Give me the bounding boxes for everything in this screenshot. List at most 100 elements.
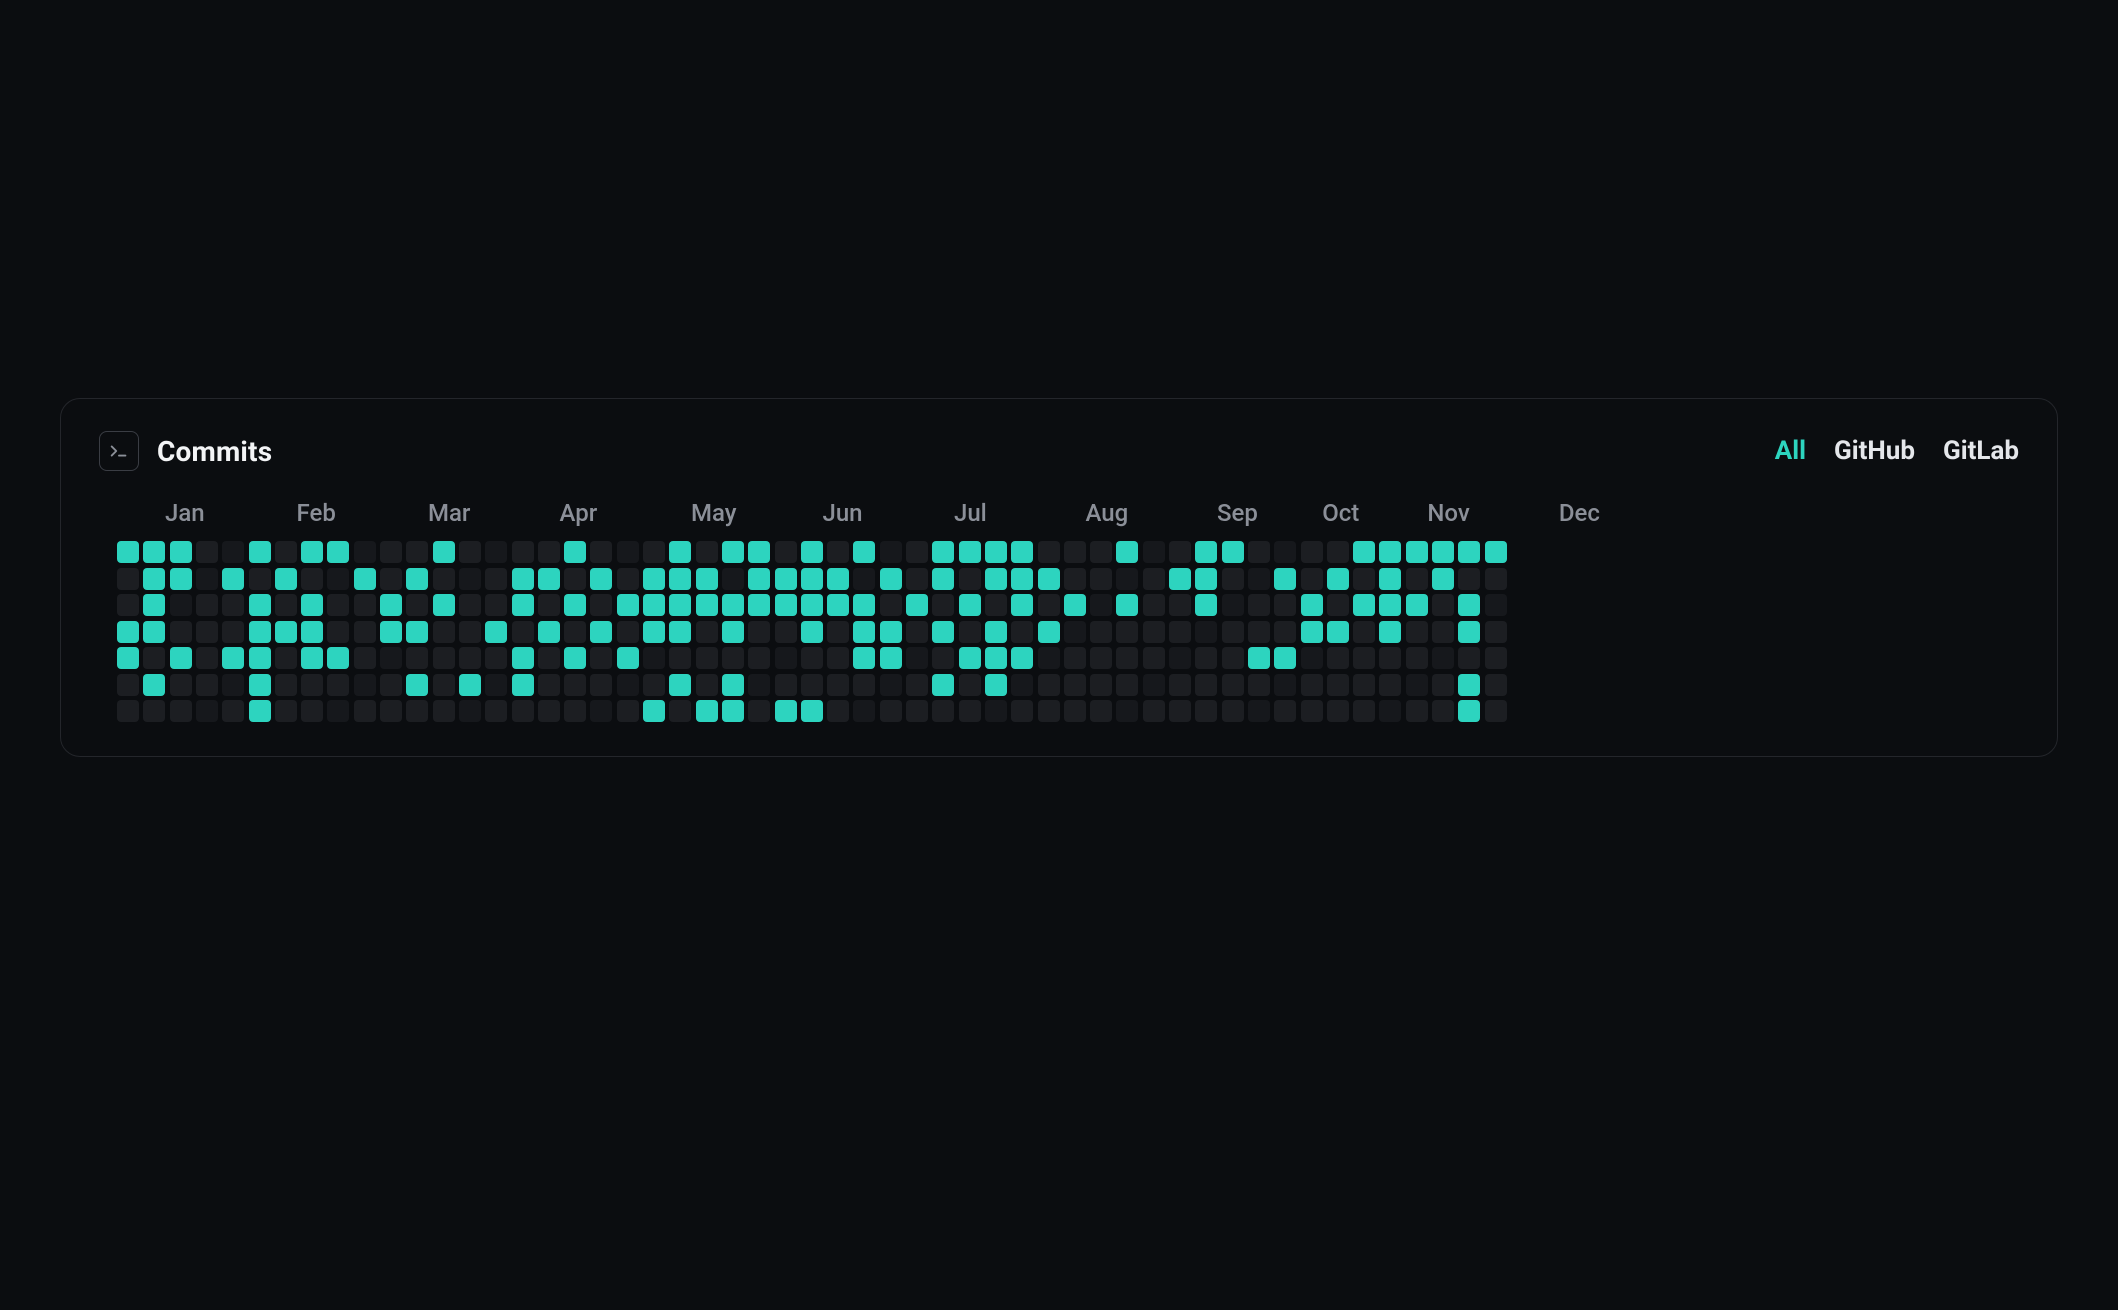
heatmap-cell[interactable]: [1274, 674, 1296, 696]
heatmap-cell[interactable]: [590, 674, 612, 696]
heatmap-cell[interactable]: [512, 594, 534, 616]
heatmap-cell[interactable]: [1485, 647, 1507, 669]
heatmap-cell[interactable]: [801, 541, 823, 563]
heatmap-cell[interactable]: [1327, 621, 1349, 643]
heatmap-cell[interactable]: [1458, 568, 1480, 590]
heatmap-cell[interactable]: [433, 568, 455, 590]
heatmap-cell[interactable]: [722, 568, 744, 590]
heatmap-cell[interactable]: [617, 594, 639, 616]
heatmap-cell[interactable]: [459, 647, 481, 669]
heatmap-cell[interactable]: [117, 674, 139, 696]
heatmap-cell[interactable]: [590, 568, 612, 590]
heatmap-cell[interactable]: [1248, 700, 1270, 722]
heatmap-cell[interactable]: [880, 594, 902, 616]
heatmap-cell[interactable]: [1064, 674, 1086, 696]
heatmap-cell[interactable]: [722, 594, 744, 616]
heatmap-cell[interactable]: [1458, 700, 1480, 722]
heatmap-cell[interactable]: [1064, 594, 1086, 616]
heatmap-cell[interactable]: [590, 700, 612, 722]
heatmap-cell[interactable]: [485, 647, 507, 669]
heatmap-cell[interactable]: [1038, 594, 1060, 616]
heatmap-cell[interactable]: [1090, 594, 1112, 616]
heatmap-cell[interactable]: [906, 674, 928, 696]
heatmap-cell[interactable]: [590, 541, 612, 563]
heatmap-cell[interactable]: [485, 621, 507, 643]
heatmap-cell[interactable]: [1379, 621, 1401, 643]
heatmap-cell[interactable]: [170, 568, 192, 590]
heatmap-cell[interactable]: [1248, 647, 1270, 669]
heatmap-cell[interactable]: [1485, 541, 1507, 563]
heatmap-cell[interactable]: [880, 621, 902, 643]
heatmap-cell[interactable]: [117, 621, 139, 643]
heatmap-cell[interactable]: [1432, 594, 1454, 616]
heatmap-cell[interactable]: [1143, 621, 1165, 643]
heatmap-cell[interactable]: [170, 594, 192, 616]
heatmap-cell[interactable]: [1432, 700, 1454, 722]
heatmap-cell[interactable]: [1274, 594, 1296, 616]
heatmap-cell[interactable]: [669, 594, 691, 616]
heatmap-cell[interactable]: [985, 621, 1007, 643]
filter-tab-all[interactable]: All: [1775, 436, 1806, 466]
heatmap-cell[interactable]: [1038, 541, 1060, 563]
heatmap-cell[interactable]: [380, 594, 402, 616]
heatmap-cell[interactable]: [1090, 674, 1112, 696]
heatmap-cell[interactable]: [1274, 621, 1296, 643]
heatmap-cell[interactable]: [1195, 674, 1217, 696]
heatmap-cell[interactable]: [538, 594, 560, 616]
heatmap-cell[interactable]: [1169, 674, 1191, 696]
heatmap-cell[interactable]: [1090, 568, 1112, 590]
heatmap-cell[interactable]: [275, 541, 297, 563]
heatmap-cell[interactable]: [538, 700, 560, 722]
heatmap-cell[interactable]: [301, 647, 323, 669]
heatmap-cell[interactable]: [959, 647, 981, 669]
heatmap-cell[interactable]: [827, 594, 849, 616]
heatmap-cell[interactable]: [249, 541, 271, 563]
heatmap-cell[interactable]: [327, 541, 349, 563]
heatmap-cell[interactable]: [1143, 541, 1165, 563]
heatmap-cell[interactable]: [354, 621, 376, 643]
heatmap-cell[interactable]: [827, 674, 849, 696]
heatmap-cell[interactable]: [1406, 594, 1428, 616]
heatmap-cell[interactable]: [1327, 594, 1349, 616]
heatmap-cell[interactable]: [801, 621, 823, 643]
heatmap-cell[interactable]: [617, 621, 639, 643]
heatmap-cell[interactable]: [1353, 621, 1375, 643]
heatmap-cell[interactable]: [1406, 541, 1428, 563]
heatmap-cell[interactable]: [222, 568, 244, 590]
heatmap-cell[interactable]: [1169, 594, 1191, 616]
heatmap-cell[interactable]: [1011, 674, 1033, 696]
heatmap-cell[interactable]: [1195, 700, 1217, 722]
heatmap-cell[interactable]: [1432, 541, 1454, 563]
heatmap-cell[interactable]: [538, 568, 560, 590]
heatmap-cell[interactable]: [327, 674, 349, 696]
heatmap-cell[interactable]: [1353, 700, 1375, 722]
heatmap-cell[interactable]: [1327, 700, 1349, 722]
heatmap-cell[interactable]: [406, 647, 428, 669]
heatmap-cell[interactable]: [170, 647, 192, 669]
heatmap-cell[interactable]: [1248, 568, 1270, 590]
heatmap-cell[interactable]: [643, 568, 665, 590]
heatmap-cell[interactable]: [1222, 647, 1244, 669]
heatmap-cell[interactable]: [748, 647, 770, 669]
heatmap-cell[interactable]: [1116, 700, 1138, 722]
heatmap-cell[interactable]: [538, 541, 560, 563]
heatmap-cell[interactable]: [643, 700, 665, 722]
heatmap-cell[interactable]: [827, 700, 849, 722]
heatmap-cell[interactable]: [170, 674, 192, 696]
heatmap-cell[interactable]: [1143, 674, 1165, 696]
heatmap-cell[interactable]: [196, 541, 218, 563]
heatmap-cell[interactable]: [459, 700, 481, 722]
heatmap-cell[interactable]: [143, 647, 165, 669]
heatmap-cell[interactable]: [696, 594, 718, 616]
heatmap-cell[interactable]: [117, 700, 139, 722]
heatmap-cell[interactable]: [380, 541, 402, 563]
heatmap-cell[interactable]: [853, 621, 875, 643]
heatmap-cell[interactable]: [1406, 674, 1428, 696]
heatmap-cell[interactable]: [222, 594, 244, 616]
heatmap-cell[interactable]: [1485, 594, 1507, 616]
heatmap-cell[interactable]: [1458, 674, 1480, 696]
heatmap-cell[interactable]: [1248, 674, 1270, 696]
heatmap-cell[interactable]: [1327, 568, 1349, 590]
heatmap-cell[interactable]: [1169, 621, 1191, 643]
heatmap-cell[interactable]: [1064, 647, 1086, 669]
